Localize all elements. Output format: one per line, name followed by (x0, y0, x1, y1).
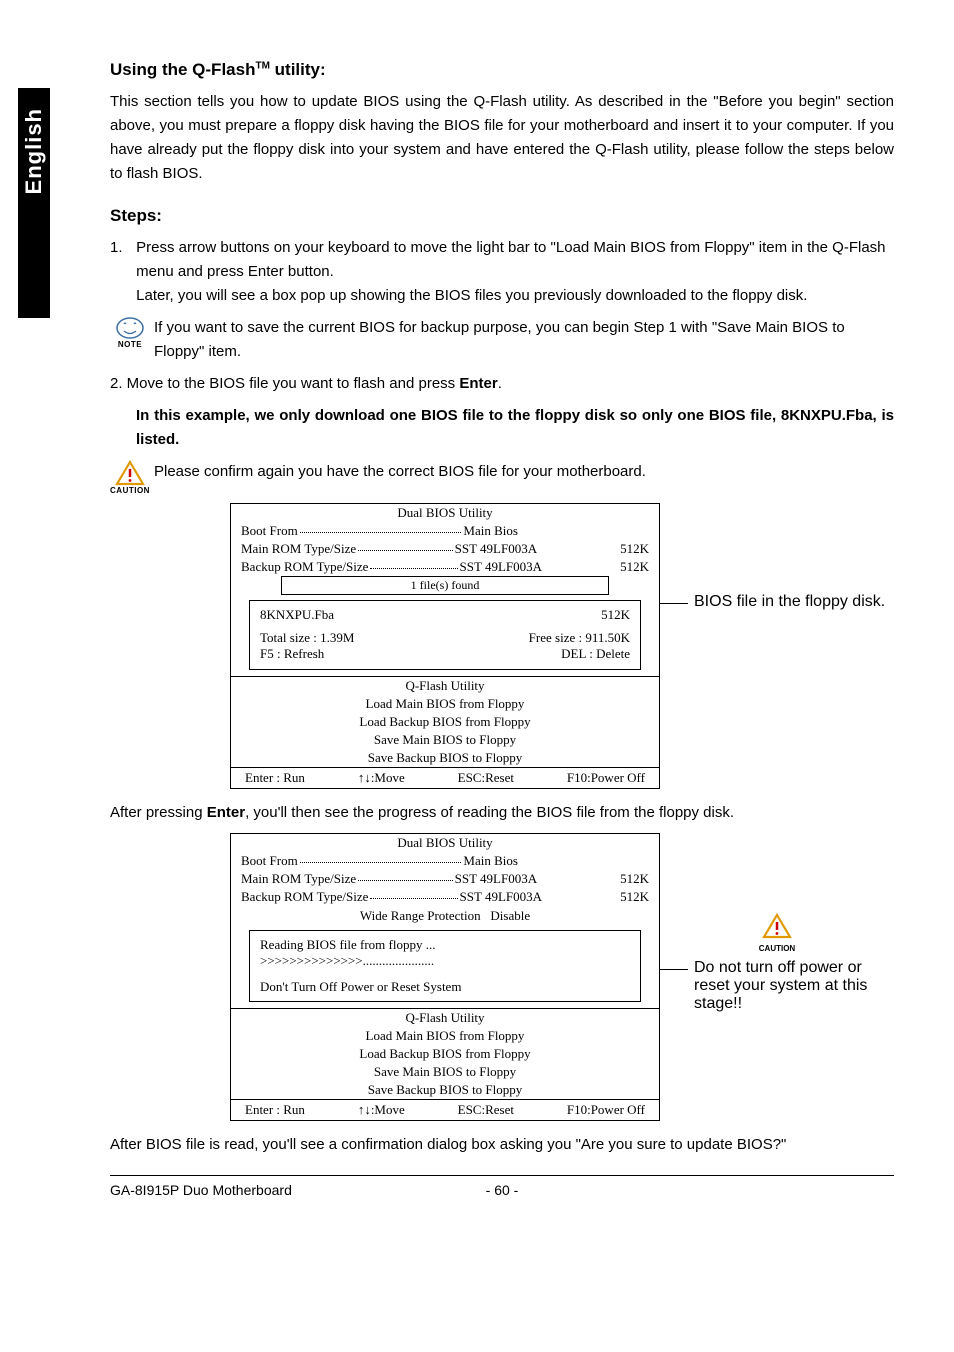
step-2: 2. Move to the BIOS file you want to fla… (110, 372, 894, 396)
after-enter-text: After pressing Enter, you'll then see th… (110, 801, 894, 825)
menu-save-backup-2[interactable]: Save Backup BIOS to Floppy (231, 1081, 659, 1099)
intro-paragraph: This section tells you how to update BIO… (110, 90, 894, 186)
bios-screen-2: Dual BIOS Utility Boot FromMain Bios Mai… (230, 833, 660, 1121)
menu-load-backup-2[interactable]: Load Backup BIOS from Floppy (231, 1045, 659, 1063)
bios-title: Dual BIOS Utility (231, 504, 659, 522)
bios-progress-box: Reading BIOS file from floppy ... >>>>>>… (249, 930, 641, 1002)
progress-indicator: >>>>>>>>>>>>>>...................... (260, 953, 630, 969)
step-1: 1. Press arrow buttons on your keyboard … (110, 236, 894, 308)
caution-icon-2: CAUTION (660, 913, 894, 953)
footer-product: GA-8I915P Duo Motherboard (110, 1182, 292, 1198)
example-note: In this example, we only download one BI… (136, 404, 894, 452)
bios-file-row[interactable]: 8KNXPU.Fba 512K (260, 607, 630, 624)
note-icon: NOTE (110, 316, 150, 349)
popup-files-found: 1 file(s) found (281, 576, 609, 595)
bios-title-2: Dual BIOS Utility (231, 834, 659, 852)
menu-load-backup[interactable]: Load Backup BIOS from Floppy (231, 713, 659, 731)
note-block: NOTE If you want to save the current BIO… (110, 316, 894, 364)
caution-icon: CAUTION (110, 460, 150, 495)
bios-screen-1: Dual BIOS Utility Boot FromMain Bios Mai… (230, 503, 660, 789)
annotation-bios-file: BIOS file in the floppy disk. (660, 593, 894, 611)
after-read-text: After BIOS file is read, you'll see a co… (110, 1133, 894, 1157)
section-heading-qflash: Using the Q-FlashTM utility: (110, 60, 894, 80)
menu-save-backup[interactable]: Save Backup BIOS to Floppy (231, 749, 659, 767)
bios-file-list: 8KNXPU.Fba 512K Total size : 1.39M Free … (249, 600, 641, 670)
caution-block-1: CAUTION Please confirm again you have th… (110, 460, 894, 495)
menu-save-main[interactable]: Save Main BIOS to Floppy (231, 731, 659, 749)
footer-page-number: - 60 - (292, 1182, 712, 1198)
menu-save-main-2[interactable]: Save Main BIOS to Floppy (231, 1063, 659, 1081)
page-footer: GA-8I915P Duo Motherboard - 60 - GA-8I91… (110, 1175, 894, 1198)
menu-load-main-2[interactable]: Load Main BIOS from Floppy (231, 1027, 659, 1045)
language-label: English (21, 108, 47, 194)
annotation-caution-power: Do not turn off power or reset your syst… (660, 959, 894, 1013)
language-tab: English (18, 88, 50, 318)
menu-load-main[interactable]: Load Main BIOS from Floppy (231, 695, 659, 713)
steps-heading: Steps: (110, 206, 894, 226)
